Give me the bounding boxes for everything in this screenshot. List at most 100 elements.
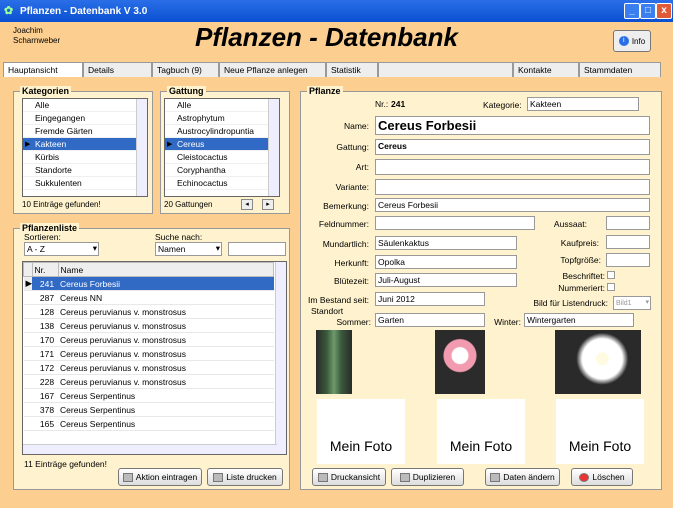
beschriftet-label: Beschriftet: xyxy=(562,271,605,281)
gattung-item[interactable]: Cleistocactus xyxy=(165,151,279,164)
pflanzen-vscrollbar[interactable] xyxy=(275,262,286,454)
minimize-button[interactable]: _ xyxy=(624,3,640,19)
pflanzen-hscrollbar[interactable] xyxy=(23,444,277,454)
table-row[interactable]: 171 Cereus peruvianus v. monstrosus xyxy=(23,346,274,361)
gattung-panel: Gattung Alle Astrophytum Austrocylindropun… xyxy=(160,86,290,214)
kategorien-item[interactable]: Alle xyxy=(23,99,147,112)
herkunft-label: Herkunft: xyxy=(334,258,370,268)
gattung-item[interactable]: ▶ Cereus xyxy=(165,138,279,151)
sommer-field[interactable]: Garten xyxy=(375,313,485,327)
bild-select[interactable]: Bild1 ▾ xyxy=(613,296,651,310)
photo-3-frame[interactable]: Mein Foto xyxy=(556,399,644,464)
kategorien-item-label: Sukkulenten xyxy=(35,178,82,188)
gattung-field[interactable]: Cereus xyxy=(375,139,650,155)
bemerkung-field[interactable]: Cereus Forbesii xyxy=(375,198,650,212)
loeschen-button[interactable]: Löschen xyxy=(571,468,633,486)
tab-kontakte[interactable]: Kontakte xyxy=(513,62,579,77)
photo-3-image[interactable] xyxy=(555,330,641,394)
cell-name: Cereus peruvianus v. monstrosus xyxy=(58,360,274,375)
gattung-list[interactable]: Alle Astrophytum Austrocylindropuntia ▶ Cere… xyxy=(164,98,280,197)
delete-icon xyxy=(579,472,590,482)
aktion-eintragen-button[interactable]: Aktion eintragen xyxy=(118,468,202,486)
tab-hauptansicht[interactable]: Hauptansicht xyxy=(3,62,83,77)
tab-empty[interactable] xyxy=(378,62,513,77)
kategorien-item[interactable]: Fremde Gärten xyxy=(23,125,147,138)
kategorien-item[interactable]: Sukkulenten xyxy=(23,177,147,190)
cell-nr: 287 xyxy=(32,290,59,305)
photo-2-image[interactable] xyxy=(435,330,485,394)
liste-drucken-button[interactable]: Liste drucken xyxy=(207,468,283,486)
beschriftet-checkbox[interactable] xyxy=(607,271,615,279)
gattung-item-label: Astrophytum xyxy=(177,113,225,123)
kategorie-field[interactable]: Kakteen xyxy=(527,97,639,111)
sort-select[interactable]: A - Z ▾ xyxy=(24,242,99,256)
app-title: Pflanzen - Datenbank xyxy=(195,22,458,52)
nummeriert-checkbox[interactable] xyxy=(607,283,615,291)
gattung-count: 20 Gattungen xyxy=(164,200,213,209)
kategorien-list[interactable]: Alle Eingegangen Fremde Gärten ▶ Kakteen Kürb… xyxy=(22,98,148,197)
duplizieren-button[interactable]: Duplizieren xyxy=(391,468,464,486)
herkunft-field[interactable]: Opolka xyxy=(375,255,517,269)
photo-1-frame[interactable]: Mein Foto xyxy=(317,399,405,464)
tab-statistik[interactable]: Statistik xyxy=(326,62,378,77)
col-nr-header[interactable]: Nr. xyxy=(31,262,59,277)
maximize-button[interactable]: □ xyxy=(640,3,656,19)
close-button[interactable]: x xyxy=(656,3,672,19)
tab-details[interactable]: Details xyxy=(83,62,152,77)
cell-name: Cereus Serpentinus xyxy=(58,416,274,431)
topfgroesse-field[interactable] xyxy=(606,253,650,267)
gattung-item[interactable]: Alle xyxy=(165,99,279,112)
bluetezeit-field[interactable]: Juli-August xyxy=(375,273,517,287)
table-row[interactable]: 138 Cereus peruvianus v. monstrosus xyxy=(23,318,274,333)
table-row[interactable]: 165 Cereus Serpentinus xyxy=(23,416,274,431)
kategorien-item[interactable]: ▶ Kakteen xyxy=(23,138,147,151)
kaufpreis-field[interactable] xyxy=(606,235,650,249)
winter-field[interactable]: Wintergarten xyxy=(524,313,634,327)
art-field[interactable] xyxy=(375,159,650,175)
row-marker xyxy=(23,332,33,347)
kategorien-item[interactable]: Kürbis xyxy=(23,151,147,164)
table-row[interactable]: 128 Cereus peruvianus v. monstrosus xyxy=(23,304,274,319)
table-row[interactable]: ▶ 241 Cereus Forbesii xyxy=(23,276,274,291)
feldnummer-field[interactable] xyxy=(375,216,535,230)
cell-nr: 165 xyxy=(32,416,59,431)
tab-tagbuch[interactable]: Tagbuch (9) xyxy=(152,62,219,77)
kategorien-item-label: Kürbis xyxy=(35,152,60,162)
kategorien-item[interactable]: Standorte xyxy=(23,164,147,177)
daten-aendern-button[interactable]: Daten ändern xyxy=(485,468,560,486)
col-name-header[interactable]: Name xyxy=(57,262,275,277)
kategorien-item[interactable]: Eingegangen xyxy=(23,112,147,125)
gattung-item[interactable]: Astrophytum xyxy=(165,112,279,125)
user-name: Joachim Scharnweber xyxy=(13,26,60,46)
search-type-select[interactable]: Namen ▾ xyxy=(155,242,222,256)
gattung-scrollbar[interactable] xyxy=(268,99,279,196)
bild-label: Bild für Listendruck: xyxy=(533,298,608,308)
druckansicht-button[interactable]: Druckansicht xyxy=(312,468,386,486)
kategorie-label: Kategorie: xyxy=(483,100,522,110)
photo-2-frame[interactable]: Mein Foto xyxy=(437,399,525,464)
cell-nr: 378 xyxy=(32,402,59,417)
aussaat-field[interactable] xyxy=(606,216,650,230)
table-row[interactable]: 167 Cereus Serpentinus xyxy=(23,388,274,403)
mundartlich-field[interactable]: Säulenkaktus xyxy=(375,236,517,250)
tab-stammdaten[interactable]: Stammdaten xyxy=(579,62,661,77)
info-button[interactable]: i Info xyxy=(613,30,651,52)
pflanzen-table[interactable]: Nr. Name ▶ 241 Cereus Forbesii 287 Cereus NN 1… xyxy=(22,261,287,455)
gattung-item[interactable]: Echinocactus xyxy=(165,177,279,190)
kategorien-scrollbar[interactable] xyxy=(136,99,147,196)
table-row[interactable]: 378 Cereus Serpentinus xyxy=(23,402,274,417)
gattung-item[interactable]: Coryphantha xyxy=(165,164,279,177)
photo-1-image[interactable] xyxy=(316,330,352,394)
variante-field[interactable] xyxy=(375,179,650,195)
gattung-item[interactable]: Austrocylindropuntia xyxy=(165,125,279,138)
gattung-next-button[interactable]: ▸ xyxy=(262,199,274,210)
search-input[interactable] xyxy=(228,242,286,256)
bestand-field[interactable]: Juni 2012 xyxy=(375,292,485,306)
gattung-prev-button[interactable]: ◂ xyxy=(241,199,253,210)
name-field[interactable]: Cereus Forbesii xyxy=(375,116,650,135)
table-row[interactable]: 172 Cereus peruvianus v. monstrosus xyxy=(23,360,274,375)
table-row[interactable]: 170 Cereus peruvianus v. monstrosus xyxy=(23,332,274,347)
table-row[interactable]: 287 Cereus NN xyxy=(23,290,274,305)
tab-neue-pflanze[interactable]: Neue Pflanze anlegen xyxy=(219,62,326,77)
table-row[interactable]: 228 Cereus peruvianus v. monstrosus xyxy=(23,374,274,389)
